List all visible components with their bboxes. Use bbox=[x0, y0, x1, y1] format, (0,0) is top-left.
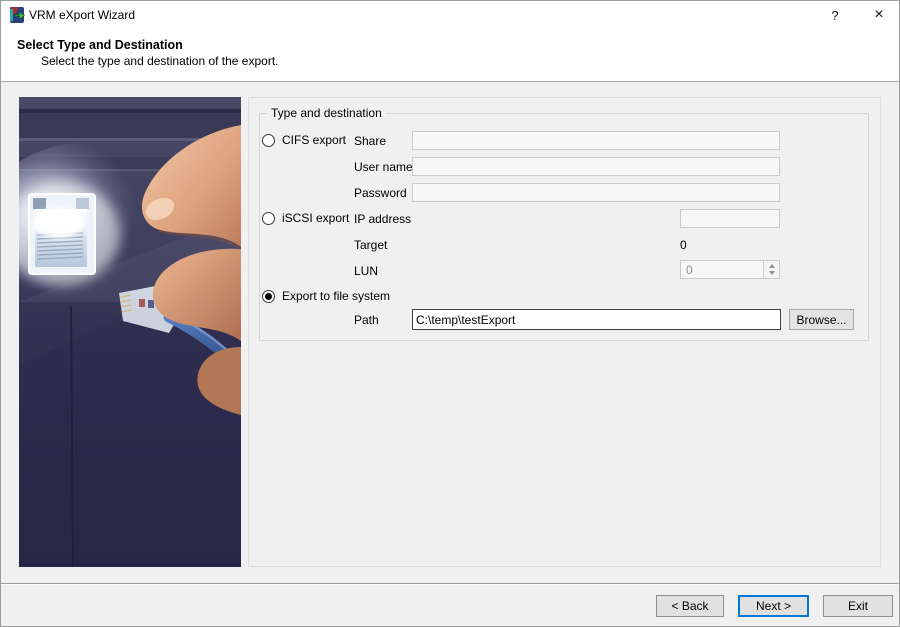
share-label: Share bbox=[354, 134, 387, 148]
export-to-file-system-radio[interactable] bbox=[262, 290, 275, 303]
groupbox-title: Type and destination bbox=[267, 106, 386, 120]
spin-up-icon bbox=[768, 264, 775, 268]
exit-button[interactable]: Exit bbox=[823, 595, 893, 617]
network-cable-photo bbox=[19, 97, 241, 567]
help-button[interactable]: ? bbox=[819, 1, 851, 29]
back-button[interactable]: < Back bbox=[656, 595, 724, 617]
target-label: Target bbox=[354, 238, 388, 252]
close-button[interactable]: × bbox=[861, 1, 897, 29]
cifs-export-label[interactable]: CIFS export bbox=[282, 133, 346, 147]
page-title: Select Type and Destination bbox=[17, 38, 183, 52]
path-label: Path bbox=[354, 313, 379, 327]
lun-spin-buttons bbox=[763, 261, 779, 278]
vrm-export-wizard-window: VRM eXport Wizard ? × Select Type and De… bbox=[0, 0, 900, 627]
path-input[interactable] bbox=[412, 309, 781, 330]
app-icon bbox=[10, 7, 26, 23]
iscsi-export-label[interactable]: iSCSI export bbox=[282, 211, 349, 225]
wizard-header: Select Type and Destination Select the t… bbox=[1, 29, 899, 82]
lun-label: LUN bbox=[354, 264, 379, 278]
user-name-input bbox=[412, 157, 780, 176]
footer-divider-highlight bbox=[1, 584, 899, 585]
ip-address-label: IP address bbox=[354, 212, 412, 226]
lun-value: 0 bbox=[686, 263, 693, 277]
iscsi-export-radio[interactable] bbox=[262, 212, 275, 225]
target-value: 0 bbox=[680, 238, 687, 252]
page-subtitle: Select the type and destination of the e… bbox=[41, 54, 279, 68]
lun-spinner: 0 bbox=[680, 260, 780, 279]
header-divider bbox=[1, 81, 899, 82]
password-label: Password bbox=[354, 186, 407, 200]
share-input bbox=[412, 131, 780, 150]
title-bar[interactable]: VRM eXport Wizard ? × bbox=[1, 1, 899, 29]
spin-down-icon bbox=[768, 271, 775, 275]
window-title: VRM eXport Wizard bbox=[29, 8, 136, 22]
ip-address-input bbox=[680, 209, 780, 228]
password-input bbox=[412, 183, 780, 202]
export-to-file-system-label[interactable]: Export to file system bbox=[282, 289, 390, 303]
browse-button[interactable]: Browse... bbox=[789, 309, 854, 330]
cifs-export-radio[interactable] bbox=[262, 134, 275, 147]
user-name-label: User name bbox=[354, 160, 413, 174]
next-button[interactable]: Next > bbox=[738, 595, 809, 617]
